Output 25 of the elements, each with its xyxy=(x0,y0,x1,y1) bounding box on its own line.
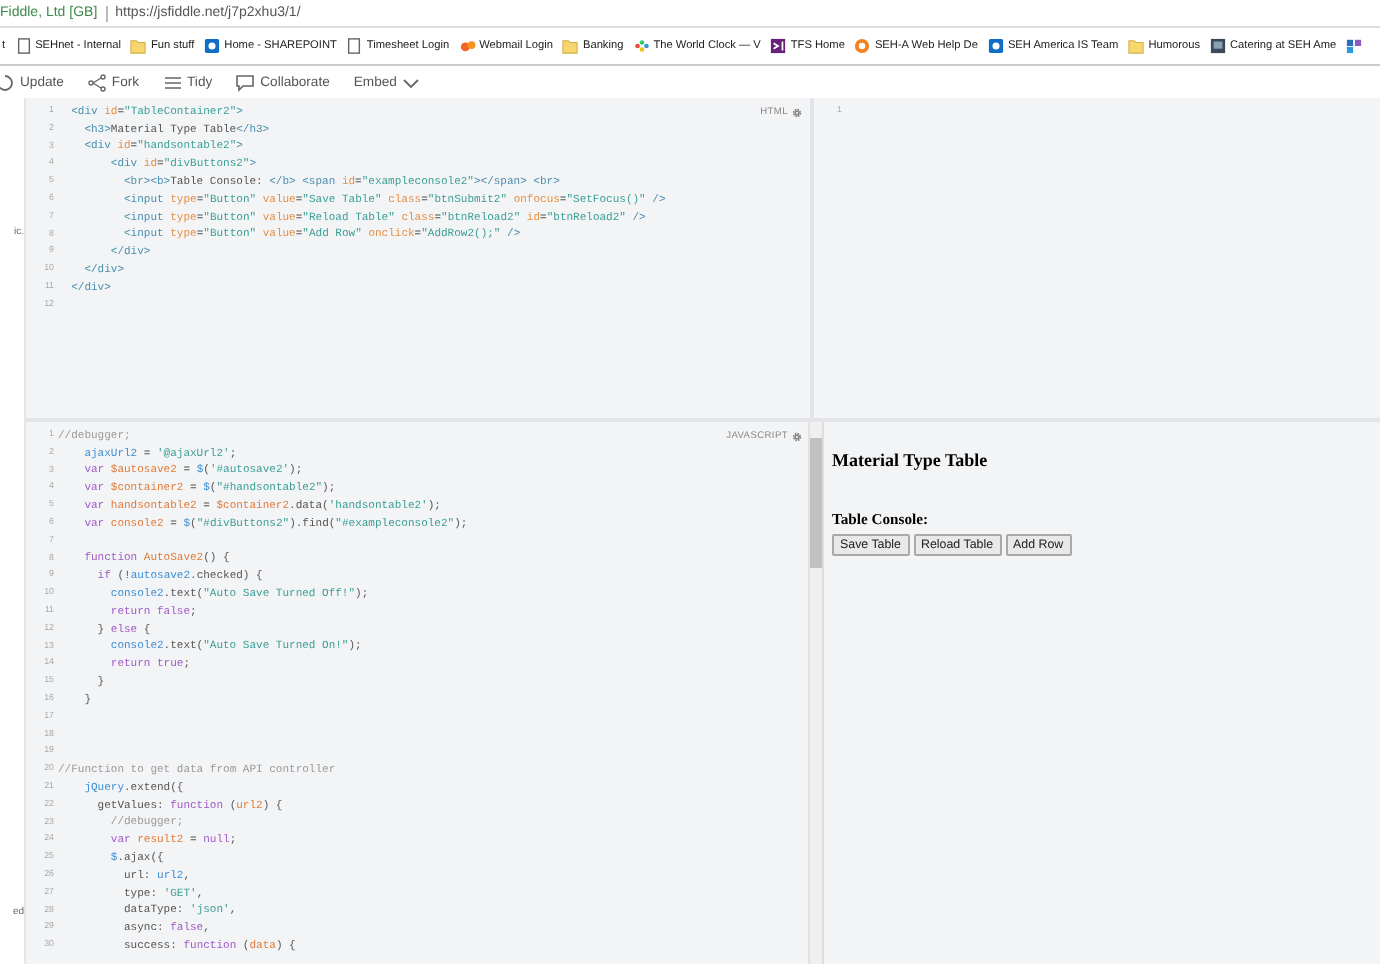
thumbnail-icon[interactable] xyxy=(1210,38,1226,54)
scrollbar-thumb[interactable] xyxy=(810,438,822,568)
fork-icon xyxy=(87,73,106,91)
caret-icon xyxy=(402,73,421,91)
tiles-icon[interactable] xyxy=(1346,38,1363,54)
square-logo-icon[interactable] xyxy=(204,38,221,54)
folder-icon[interactable] xyxy=(562,38,579,54)
refresh-icon xyxy=(0,73,14,91)
js-editor-panel[interactable] xyxy=(26,422,822,964)
page-icon[interactable] xyxy=(15,38,32,54)
dots-icon[interactable] xyxy=(633,38,650,54)
settings-icon[interactable] xyxy=(792,108,802,118)
square-logo-icon[interactable] xyxy=(770,38,787,54)
folder-icon[interactable] xyxy=(130,38,147,54)
settings-icon[interactable] xyxy=(792,432,802,442)
html-editor-panel[interactable] xyxy=(26,98,810,418)
scrollbar[interactable] xyxy=(808,422,822,964)
square-logo-icon[interactable] xyxy=(987,38,1004,54)
lifebuoy-icon[interactable] xyxy=(854,38,871,54)
folder-icon[interactable] xyxy=(1128,38,1145,54)
speech-bubble-icon xyxy=(236,73,255,91)
lines-icon xyxy=(163,73,182,91)
logo-icon[interactable] xyxy=(459,38,476,54)
result-heading: Material Type Table xyxy=(832,450,988,470)
page-icon[interactable] xyxy=(346,38,363,54)
